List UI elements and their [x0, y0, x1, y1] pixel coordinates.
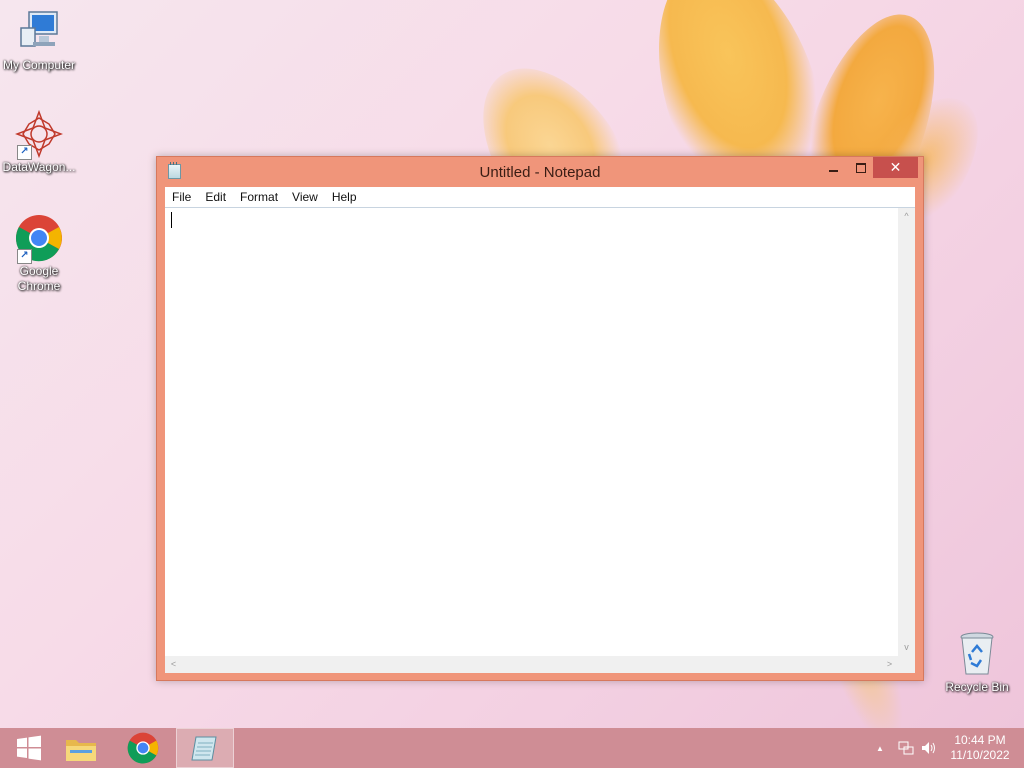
chrome-icon — [127, 732, 159, 764]
datawagon-icon: ↗ — [14, 109, 64, 160]
title-bar[interactable]: Untitled - Notepad ✕ — [157, 157, 923, 187]
scroll-left-icon[interactable]: < — [165, 656, 182, 673]
text-editor[interactable] — [165, 208, 898, 656]
close-button[interactable]: ✕ — [873, 157, 918, 178]
minimize-icon — [828, 169, 838, 172]
shortcut-arrow-icon: ↗ — [17, 249, 32, 264]
taskbar-google-chrome[interactable] — [114, 728, 172, 768]
maximize-button[interactable] — [847, 157, 875, 178]
menu-view[interactable]: View — [285, 190, 325, 204]
menu-help[interactable]: Help — [325, 190, 364, 204]
menu-bar: File Edit Format View Help — [165, 187, 915, 208]
desktop-icon-recycle-bin[interactable]: Recycle Bin — [938, 630, 1016, 695]
desktop-icon-label: My Computer — [2, 58, 76, 72]
chrome-icon: ↗ — [15, 214, 63, 264]
taskbar-file-explorer[interactable] — [52, 728, 110, 768]
windows-logo-icon — [17, 735, 41, 761]
window-title: Untitled - Notepad — [479, 164, 601, 181]
notepad-window[interactable]: Untitled - Notepad ✕ File Edit Format Vi… — [156, 156, 924, 681]
menu-format[interactable]: Format — [233, 190, 285, 204]
horizontal-scrollbar[interactable]: < > — [165, 656, 898, 673]
close-icon: ✕ — [889, 159, 902, 175]
text-caret — [171, 212, 172, 228]
vertical-scrollbar[interactable]: ^ v — [898, 208, 915, 656]
chevron-up-icon: ▲ — [876, 744, 884, 753]
maximize-icon — [856, 162, 866, 173]
clock-date: 11/10/2022 — [950, 748, 1010, 762]
desktop-icon-label: Google Chrome — [17, 264, 61, 293]
computer-icon — [15, 8, 63, 56]
scroll-up-icon[interactable]: ^ — [898, 208, 915, 225]
desktop-icon-my-computer[interactable]: My Computer — [0, 8, 78, 73]
desktop: My Computer ↗ DataWagon... ↗ Google Chro… — [0, 0, 1024, 768]
scroll-down-icon[interactable]: v — [898, 639, 915, 656]
shortcut-arrow-icon: ↗ — [17, 145, 32, 160]
taskbar: ▲ 10:44 PM 11/10/2022 — [0, 728, 1024, 768]
resize-grip[interactable] — [898, 656, 915, 673]
taskbar-notepad[interactable] — [176, 728, 234, 768]
folder-icon — [66, 740, 96, 761]
notepad-icon — [191, 736, 217, 761]
scroll-right-icon[interactable]: > — [881, 656, 898, 673]
recycle-bin-icon — [953, 630, 1001, 678]
network-icon[interactable] — [898, 740, 914, 768]
desktop-icon-google-chrome[interactable]: ↗ Google Chrome — [0, 214, 78, 294]
desktop-icon-label: DataWagon... — [2, 160, 76, 174]
desktop-icon-label: Recycle Bin — [945, 680, 1009, 694]
volume-icon[interactable] — [920, 740, 938, 768]
start-button[interactable] — [0, 728, 58, 768]
tray-overflow-button[interactable]: ▲ — [876, 740, 884, 768]
menu-file[interactable]: File — [165, 190, 198, 204]
desktop-icon-datawagon[interactable]: ↗ DataWagon... — [0, 109, 78, 175]
minimize-button[interactable] — [819, 157, 847, 178]
clock-time: 10:44 PM — [954, 733, 1006, 747]
menu-edit[interactable]: Edit — [198, 190, 233, 204]
system-clock[interactable]: 10:44 PM 11/10/2022 — [940, 733, 1020, 763]
